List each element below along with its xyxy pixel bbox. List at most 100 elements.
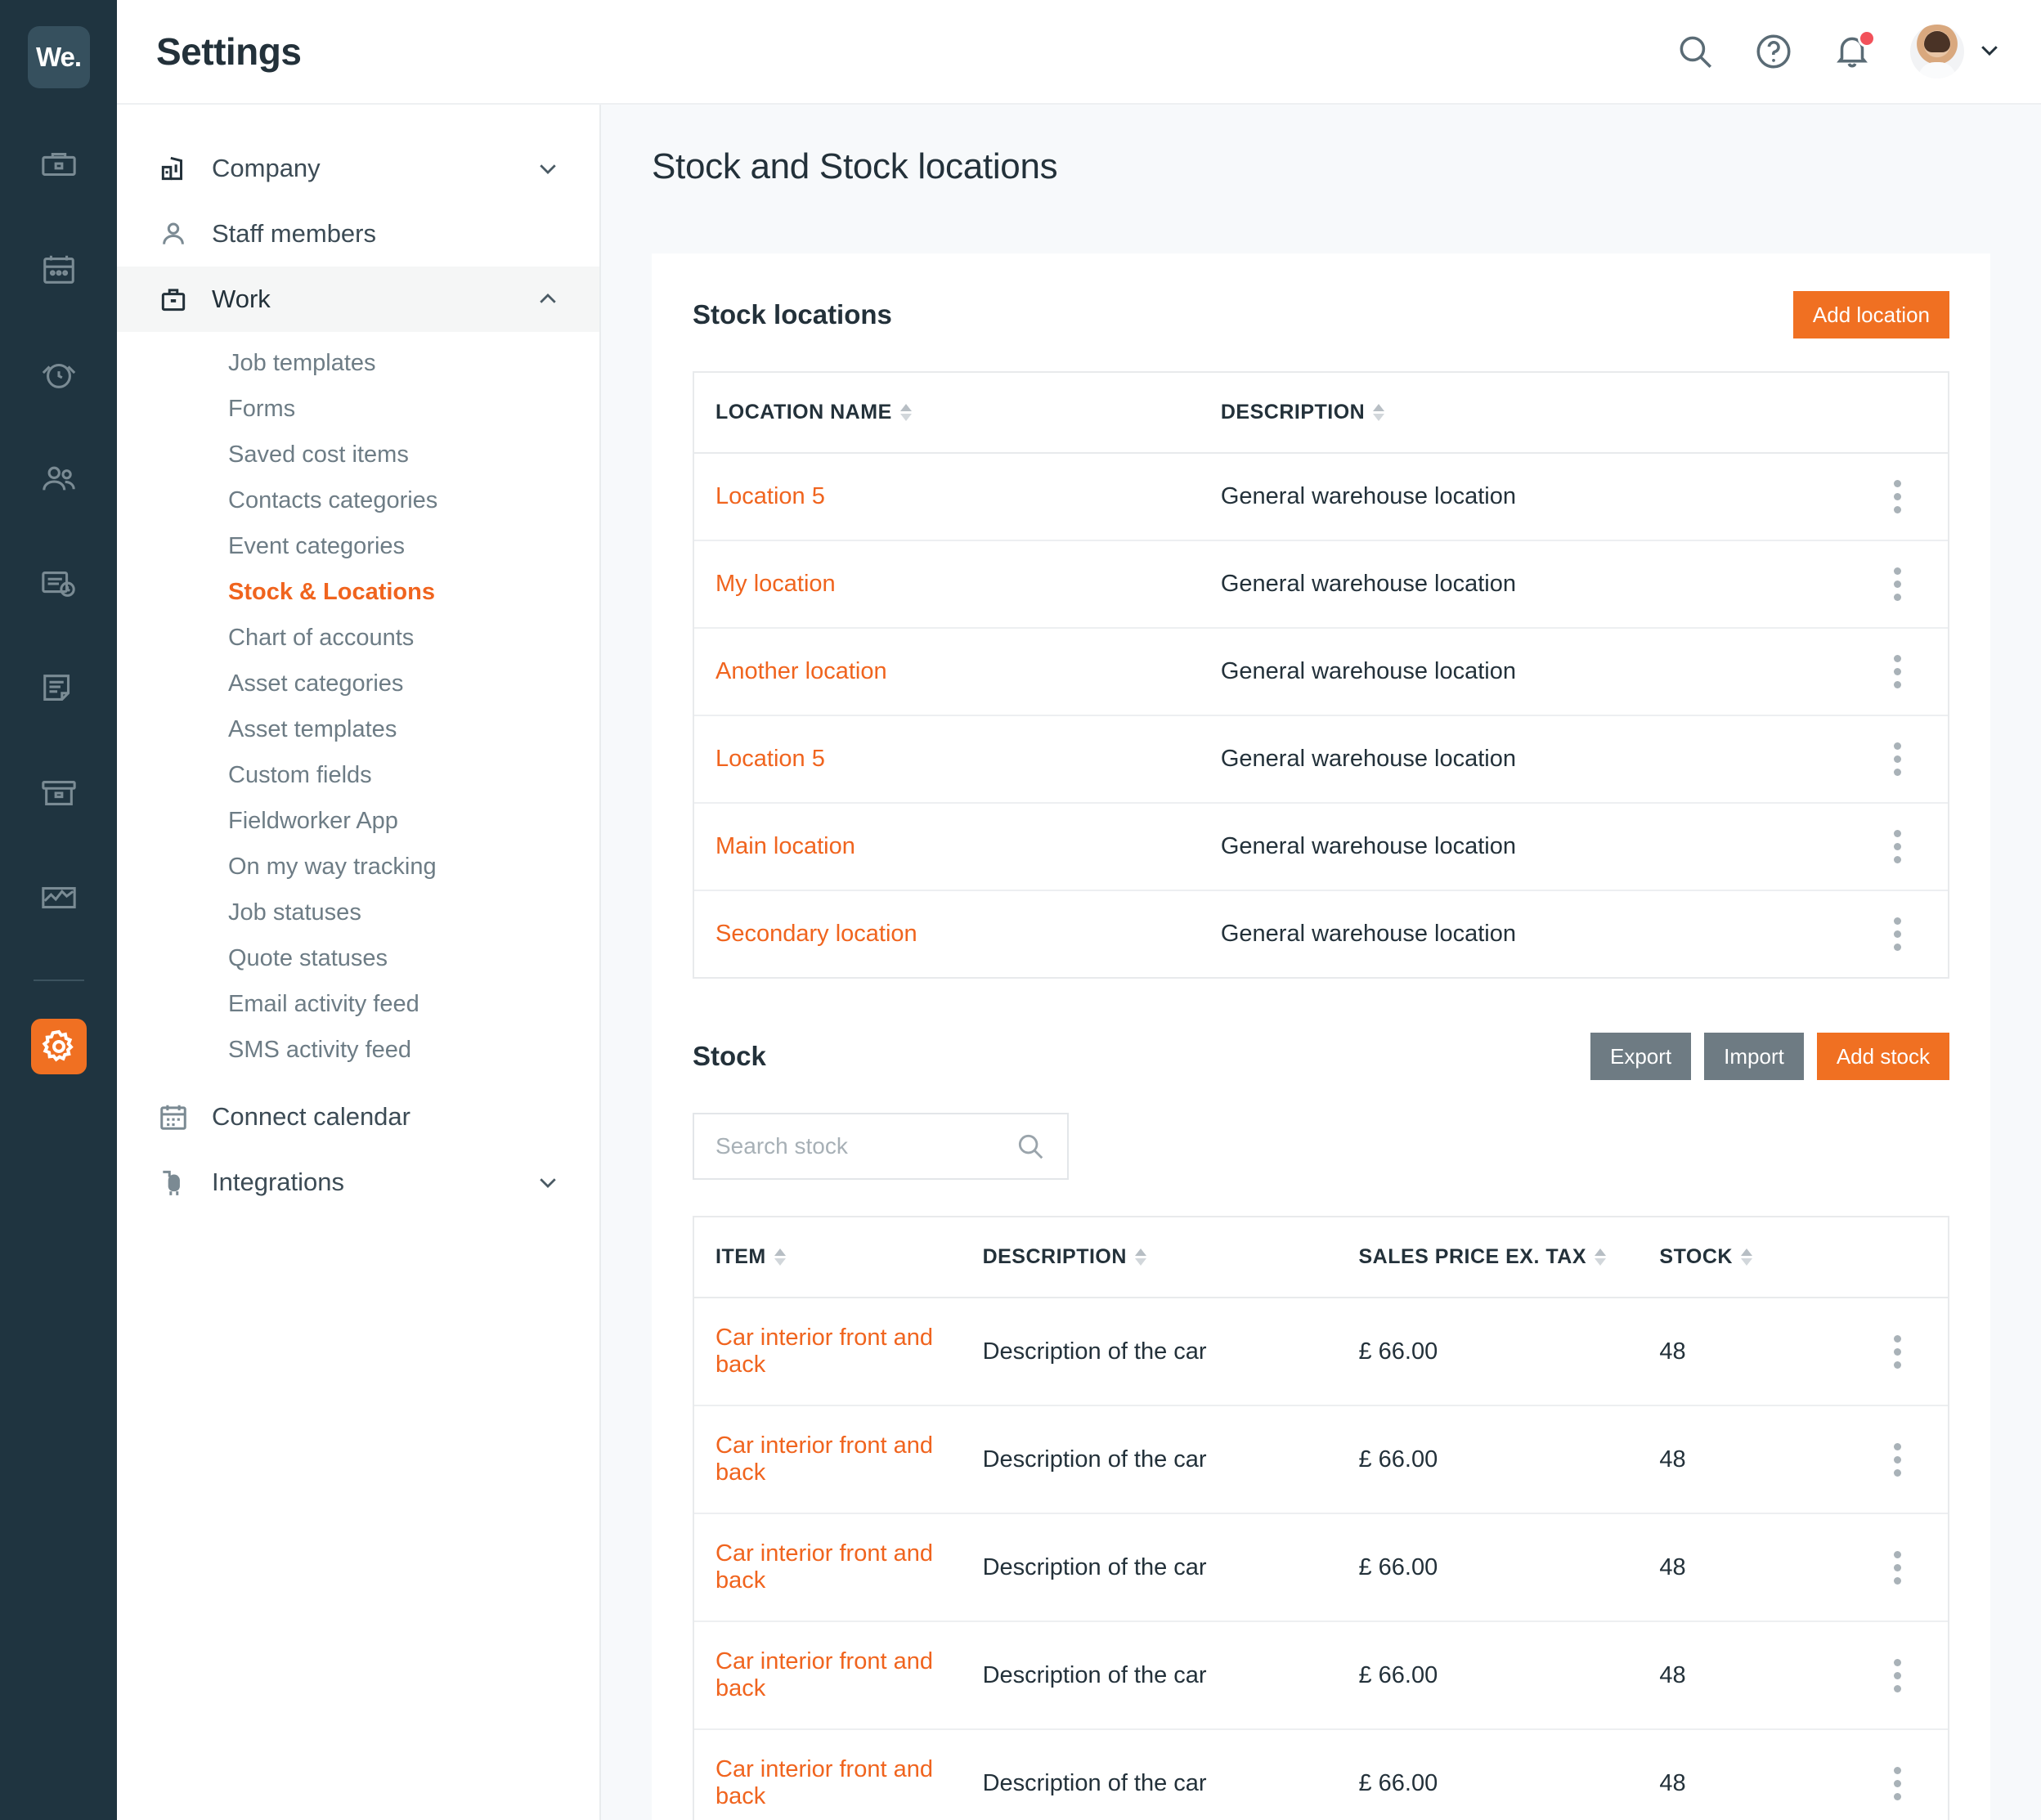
help-circle-icon[interactable] xyxy=(1753,31,1794,72)
kebab-menu-icon[interactable] xyxy=(1847,742,1948,776)
row-actions-cell[interactable] xyxy=(1847,1513,1948,1622)
location-name-cell[interactable]: Another location xyxy=(694,628,1221,716)
kebab-menu-icon[interactable] xyxy=(1847,1442,1948,1477)
sidebar-item-job-statuses[interactable]: Job statuses xyxy=(117,890,599,935)
stock-item-cell[interactable]: Car interior front and back xyxy=(694,1729,983,1820)
location-name-cell[interactable]: Location 5 xyxy=(694,453,1221,541)
column-header-stock[interactable]: STOCK xyxy=(1659,1217,1848,1298)
avatar xyxy=(1910,25,1964,78)
stock-description-cell: Description of the car xyxy=(982,1405,1359,1514)
row-actions-cell[interactable] xyxy=(1847,628,1948,716)
kebab-menu-icon[interactable] xyxy=(1847,830,1948,863)
search-icon[interactable] xyxy=(1015,1131,1046,1162)
kebab-menu-icon[interactable] xyxy=(1847,567,1948,601)
nav-group-company[interactable]: Company xyxy=(117,136,599,201)
stock-locations-title: Stock locations xyxy=(693,299,892,329)
row-actions-cell[interactable] xyxy=(1847,715,1948,804)
location-name-cell[interactable]: Main location xyxy=(694,803,1221,891)
column-header-description[interactable]: DESCRIPTION xyxy=(1220,373,1848,454)
row-actions-cell[interactable] xyxy=(1847,1405,1948,1514)
gear-icon[interactable] xyxy=(30,1019,87,1074)
kebab-menu-icon[interactable] xyxy=(1847,917,1948,951)
location-name-link[interactable]: Main location xyxy=(715,833,855,859)
stock-item-cell[interactable]: Car interior front and back xyxy=(694,1298,983,1406)
nav-group-connect-calendar[interactable]: Connect calendar xyxy=(117,1084,599,1150)
document-clock-icon[interactable] xyxy=(33,558,85,610)
kebab-menu-icon[interactable] xyxy=(1847,1334,1948,1369)
location-name-link[interactable]: Another location xyxy=(715,658,887,684)
people-icon[interactable] xyxy=(33,453,85,505)
location-name-cell[interactable]: My location xyxy=(694,540,1221,629)
sidebar-item-sms-activity-feed[interactable]: SMS activity feed xyxy=(117,1027,599,1073)
document-icon[interactable] xyxy=(33,662,85,715)
row-actions-cell[interactable] xyxy=(1847,540,1948,629)
sidebar-item-event-categories[interactable]: Event categories xyxy=(117,523,599,569)
stock-item-link[interactable]: Car interior front and back xyxy=(715,1540,933,1594)
sidebar-item-email-activity-feed[interactable]: Email activity feed xyxy=(117,981,599,1027)
row-actions-cell[interactable] xyxy=(1847,803,1948,891)
bell-icon[interactable] xyxy=(1832,29,1876,72)
sort-arrows-icon xyxy=(774,1248,786,1266)
stock-item-cell[interactable]: Car interior front and back xyxy=(694,1513,983,1622)
user-menu[interactable] xyxy=(1910,25,2002,78)
sidebar-item-quote-statuses[interactable]: Quote statuses xyxy=(117,935,599,981)
sidebar-item-on-my-way-tracking[interactable]: On my way tracking xyxy=(117,844,599,890)
export-button[interactable]: Export xyxy=(1590,1033,1692,1080)
sidebar-item-chart-of-accounts[interactable]: Chart of accounts xyxy=(117,615,599,661)
sidebar-item-asset-templates[interactable]: Asset templates xyxy=(117,706,599,752)
location-name-link[interactable]: Location 5 xyxy=(715,483,825,509)
stock-item-link[interactable]: Car interior front and back xyxy=(715,1432,933,1486)
toolbox-icon[interactable] xyxy=(33,139,85,191)
kebab-menu-icon[interactable] xyxy=(1847,655,1948,688)
nav-label: Company xyxy=(212,154,321,182)
row-actions-cell[interactable] xyxy=(1847,890,1948,977)
row-actions-cell[interactable] xyxy=(1847,1298,1948,1406)
stock-item-cell[interactable]: Car interior front and back xyxy=(694,1405,983,1514)
archive-box-icon[interactable] xyxy=(33,767,85,819)
nav-group-work[interactable]: Work xyxy=(117,267,599,332)
column-header-description[interactable]: DESCRIPTION xyxy=(982,1217,1359,1298)
analytics-icon[interactable] xyxy=(33,872,85,924)
nav-group-integrations[interactable]: Integrations xyxy=(117,1150,599,1215)
calendar-icon[interactable] xyxy=(33,244,85,296)
sidebar-item-saved-cost-items[interactable]: Saved cost items xyxy=(117,432,599,477)
kebab-menu-icon[interactable] xyxy=(1847,1766,1948,1800)
column-header-item[interactable]: ITEM xyxy=(694,1217,983,1298)
sidebar-item-stock-and-locations[interactable]: Stock & Locations xyxy=(117,569,599,615)
row-actions-cell[interactable] xyxy=(1847,1729,1948,1820)
column-header-location-name[interactable]: LOCATION NAME xyxy=(694,373,1221,454)
sidebar-item-forms[interactable]: Forms xyxy=(117,386,599,432)
location-name-cell[interactable]: Location 5 xyxy=(694,715,1221,804)
sidebar-item-custom-fields[interactable]: Custom fields xyxy=(117,752,599,798)
stock-item-link[interactable]: Car interior front and back xyxy=(715,1325,933,1378)
location-name-cell[interactable]: Secondary location xyxy=(694,890,1221,977)
sort-arrows-icon xyxy=(1740,1248,1752,1266)
column-header-sales-price[interactable]: SALES PRICE EX. TAX xyxy=(1358,1217,1660,1298)
alarm-clock-icon[interactable] xyxy=(33,348,85,401)
sidebar-item-fieldworker-app[interactable]: Fieldworker App xyxy=(117,798,599,844)
stock-item-cell[interactable]: Car interior front and back xyxy=(694,1621,983,1730)
kebab-menu-icon[interactable] xyxy=(1847,1658,1948,1692)
table-row: Car interior front and back Description … xyxy=(694,1298,1948,1406)
kebab-menu-icon[interactable] xyxy=(1847,1550,1948,1585)
sidebar-item-contacts-categories[interactable]: Contacts categories xyxy=(117,477,599,523)
location-name-link[interactable]: My location xyxy=(715,571,836,597)
stock-search[interactable] xyxy=(693,1113,1069,1180)
stock-item-link[interactable]: Car interior front and back xyxy=(715,1756,933,1809)
search-icon[interactable] xyxy=(1675,31,1716,72)
table-row: Car interior front and back Description … xyxy=(694,1729,1948,1820)
add-location-button[interactable]: Add location xyxy=(1792,291,1949,338)
row-actions-cell[interactable] xyxy=(1847,1621,1948,1730)
kebab-menu-icon[interactable] xyxy=(1847,480,1948,513)
app-logo[interactable]: We. xyxy=(27,26,90,88)
import-button[interactable]: Import xyxy=(1704,1033,1804,1080)
location-name-link[interactable]: Secondary location xyxy=(715,921,917,947)
location-name-link[interactable]: Location 5 xyxy=(715,746,825,772)
add-stock-button[interactable]: Add stock xyxy=(1816,1033,1949,1080)
sidebar-item-job-templates[interactable]: Job templates xyxy=(117,340,599,386)
search-input[interactable] xyxy=(715,1133,1015,1159)
stock-item-link[interactable]: Car interior front and back xyxy=(715,1648,933,1701)
nav-group-staff-members[interactable]: Staff members xyxy=(117,201,599,267)
sidebar-item-asset-categories[interactable]: Asset categories xyxy=(117,661,599,706)
row-actions-cell[interactable] xyxy=(1847,453,1948,541)
